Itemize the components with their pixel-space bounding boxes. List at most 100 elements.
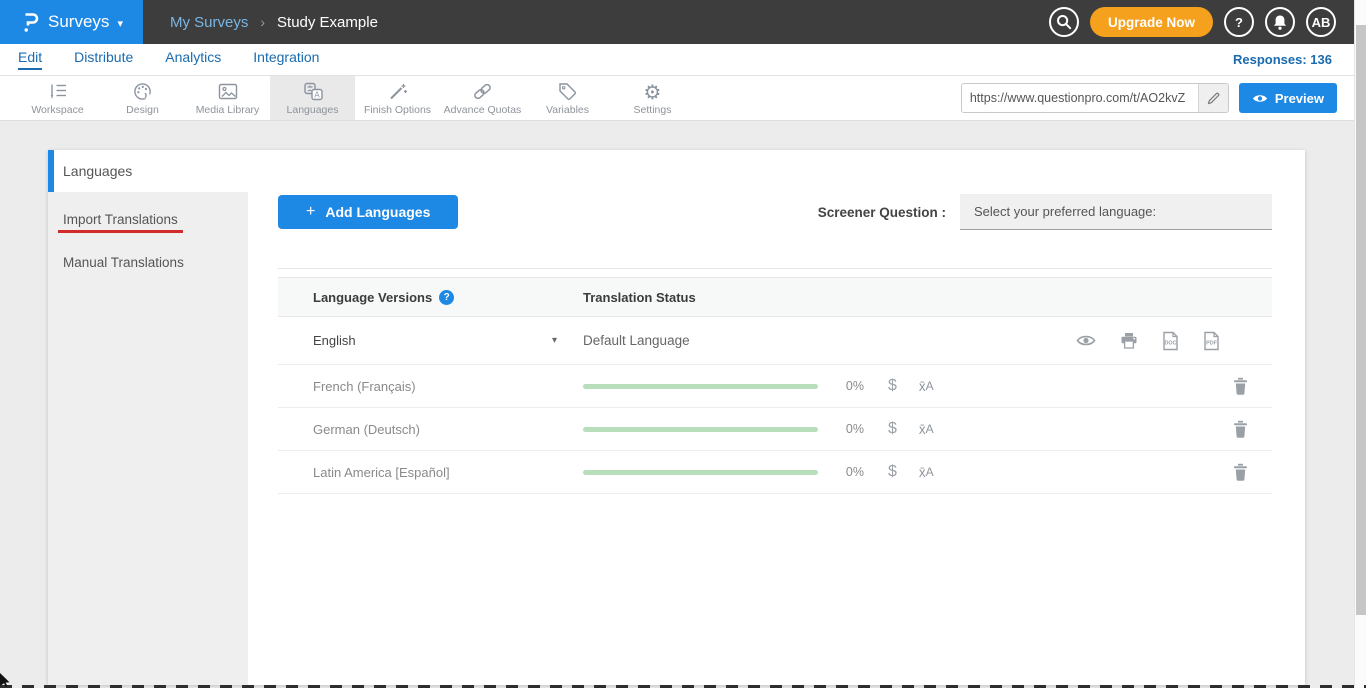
sidebar-item-languages[interactable]: Languages <box>48 150 248 192</box>
translation-progress-value: 0% <box>818 465 864 479</box>
pencil-icon <box>1207 92 1220 105</box>
sidebar-item-label: Languages <box>63 163 132 179</box>
toolbar-item-finish-options[interactable]: Finish Options <box>355 76 440 120</box>
default-language-status: Default Language <box>583 333 690 348</box>
toolbar-item-label: Settings <box>634 104 672 116</box>
languages-card: Languages Import Translations Manual Tra… <box>48 150 1305 685</box>
toolbar-item-workspace[interactable]: Workspace <box>15 76 100 120</box>
trash-icon <box>1233 463 1248 481</box>
toolbar-item-label: Advance Quotas <box>444 104 522 116</box>
toolbar-item-label: Media Library <box>196 104 260 116</box>
sidebar-item-import-translations[interactable]: Import Translations <box>63 212 248 233</box>
breadcrumb-separator-icon: › <box>260 14 265 30</box>
toolbar-right: Preview <box>961 76 1366 120</box>
translate-icon[interactable]: x̄A <box>919 465 934 480</box>
survey-url-input[interactable] <box>962 84 1198 112</box>
avatar[interactable]: AB <box>1306 7 1336 37</box>
eye-icon <box>1076 334 1096 347</box>
add-languages-label: Add Languages <box>325 204 430 220</box>
language-name: German (Deutsch) <box>313 422 420 437</box>
translation-progress-bar <box>583 427 818 432</box>
toolbar-item-media-library[interactable]: Media Library <box>185 76 270 120</box>
sidebar-item-label: Import Translations <box>58 212 183 233</box>
breadcrumb-my-surveys[interactable]: My Surveys <box>170 14 248 31</box>
toolbar-item-settings[interactable]: ⚙ Settings <box>610 76 695 120</box>
doc-icon: DOC <box>1162 331 1179 351</box>
scrollbar[interactable] <box>1354 0 1366 688</box>
tab-distribute[interactable]: Distribute <box>74 49 133 70</box>
mouse-cursor <box>0 673 11 687</box>
divider <box>278 268 1272 269</box>
toolbar-item-variables[interactable]: Variables <box>525 76 610 120</box>
svg-text:PDF: PDF <box>1206 340 1217 346</box>
dollar-icon[interactable]: $ <box>888 463 897 481</box>
notifications-button[interactable] <box>1265 7 1295 37</box>
translate-icon[interactable]: x̄A <box>919 379 934 394</box>
tab-analytics[interactable]: Analytics <box>165 49 221 70</box>
add-languages-button[interactable]: + Add Languages <box>278 195 458 229</box>
toolbar-item-advance-quotas[interactable]: Advance Quotas <box>440 76 525 120</box>
responses-count[interactable]: Responses: 136 <box>1233 52 1332 67</box>
tag-icon <box>557 81 578 103</box>
translation-progress-bar <box>583 470 818 475</box>
trash-icon <box>1233 377 1248 395</box>
gear-icon: ⚙ <box>644 81 662 103</box>
pdf-icon: PDF <box>1203 331 1220 351</box>
translate-icon[interactable]: x̄A <box>919 422 934 437</box>
product-name: Surveys <box>48 12 109 32</box>
tab-edit[interactable]: Edit <box>18 49 42 70</box>
plus-icon: + <box>306 203 315 221</box>
language-name: French (Français) <box>313 379 416 394</box>
default-row-actions: DOC PDF <box>1076 331 1220 351</box>
workspace-icon <box>47 81 69 103</box>
toolbar-item-label: Design <box>126 104 159 116</box>
wand-icon <box>387 81 409 103</box>
print-button[interactable] <box>1120 332 1138 349</box>
eye-icon <box>1252 93 1268 104</box>
panel-toolbar: + Add Languages Screener Question : Sele… <box>278 194 1272 230</box>
export-pdf-button[interactable]: PDF <box>1203 331 1220 351</box>
scrollbar-thumb[interactable] <box>1356 25 1366 615</box>
translation-progress-value: 0% <box>818 422 864 436</box>
edit-toolbar: Workspace Design Media Library <box>0 76 1366 121</box>
help-icon[interactable]: ? <box>439 290 454 305</box>
delete-language-button[interactable] <box>1233 377 1248 395</box>
screener-question-value: Select your preferred language: <box>974 204 1156 219</box>
upgrade-button[interactable]: Upgrade Now <box>1090 7 1213 37</box>
preview-button[interactable]: Preview <box>1239 83 1337 113</box>
delete-language-button[interactable] <box>1233 463 1248 481</box>
default-language-select[interactable]: English ▾ <box>278 333 583 348</box>
svg-text:A: A <box>314 90 320 99</box>
view-button[interactable] <box>1076 334 1096 347</box>
export-doc-button[interactable]: DOC <box>1162 331 1179 351</box>
delete-language-button[interactable] <box>1233 420 1248 438</box>
table-header: Language Versions ? Translation Status <box>278 277 1272 317</box>
survey-url-box <box>961 83 1229 113</box>
help-button[interactable]: ? <box>1224 7 1254 37</box>
search-button[interactable] <box>1049 7 1079 37</box>
dollar-icon[interactable]: $ <box>888 377 897 395</box>
sidebar: Languages Import Translations Manual Tra… <box>48 150 248 685</box>
bell-icon <box>1272 14 1288 31</box>
column-label: Translation Status <box>583 290 696 305</box>
screener-question: Screener Question : Select your preferre… <box>818 194 1272 230</box>
toolbar-item-design[interactable]: Design <box>100 76 185 120</box>
dollar-icon[interactable]: $ <box>888 420 897 438</box>
product-switcher[interactable]: Surveys ▾ <box>0 0 143 44</box>
toolbar-item-label: Languages <box>287 104 339 116</box>
screener-question-select[interactable]: Select your preferred language: <box>960 194 1272 230</box>
language-name: Latin America [Español] <box>313 465 450 480</box>
search-icon <box>1056 14 1072 30</box>
sidebar-item-manual-translations[interactable]: Manual Translations <box>63 255 248 270</box>
languages-table: Language Versions ? Translation Status E… <box>278 277 1272 494</box>
edit-url-button[interactable] <box>1198 84 1228 112</box>
default-language-value: English <box>313 333 356 348</box>
chevron-down-icon: ▾ <box>552 335 557 346</box>
table-row-german: German (Deutsch) 0% $ x̄A <box>278 408 1272 451</box>
toolbar-item-label: Finish Options <box>364 104 431 116</box>
toolbar-item-languages[interactable]: A Languages <box>270 76 355 120</box>
survey-nav: Edit Distribute Analytics Integration Re… <box>0 44 1366 76</box>
column-translation-status: Translation Status <box>583 290 1272 305</box>
tab-integration[interactable]: Integration <box>253 49 319 70</box>
preview-label: Preview <box>1275 91 1324 106</box>
